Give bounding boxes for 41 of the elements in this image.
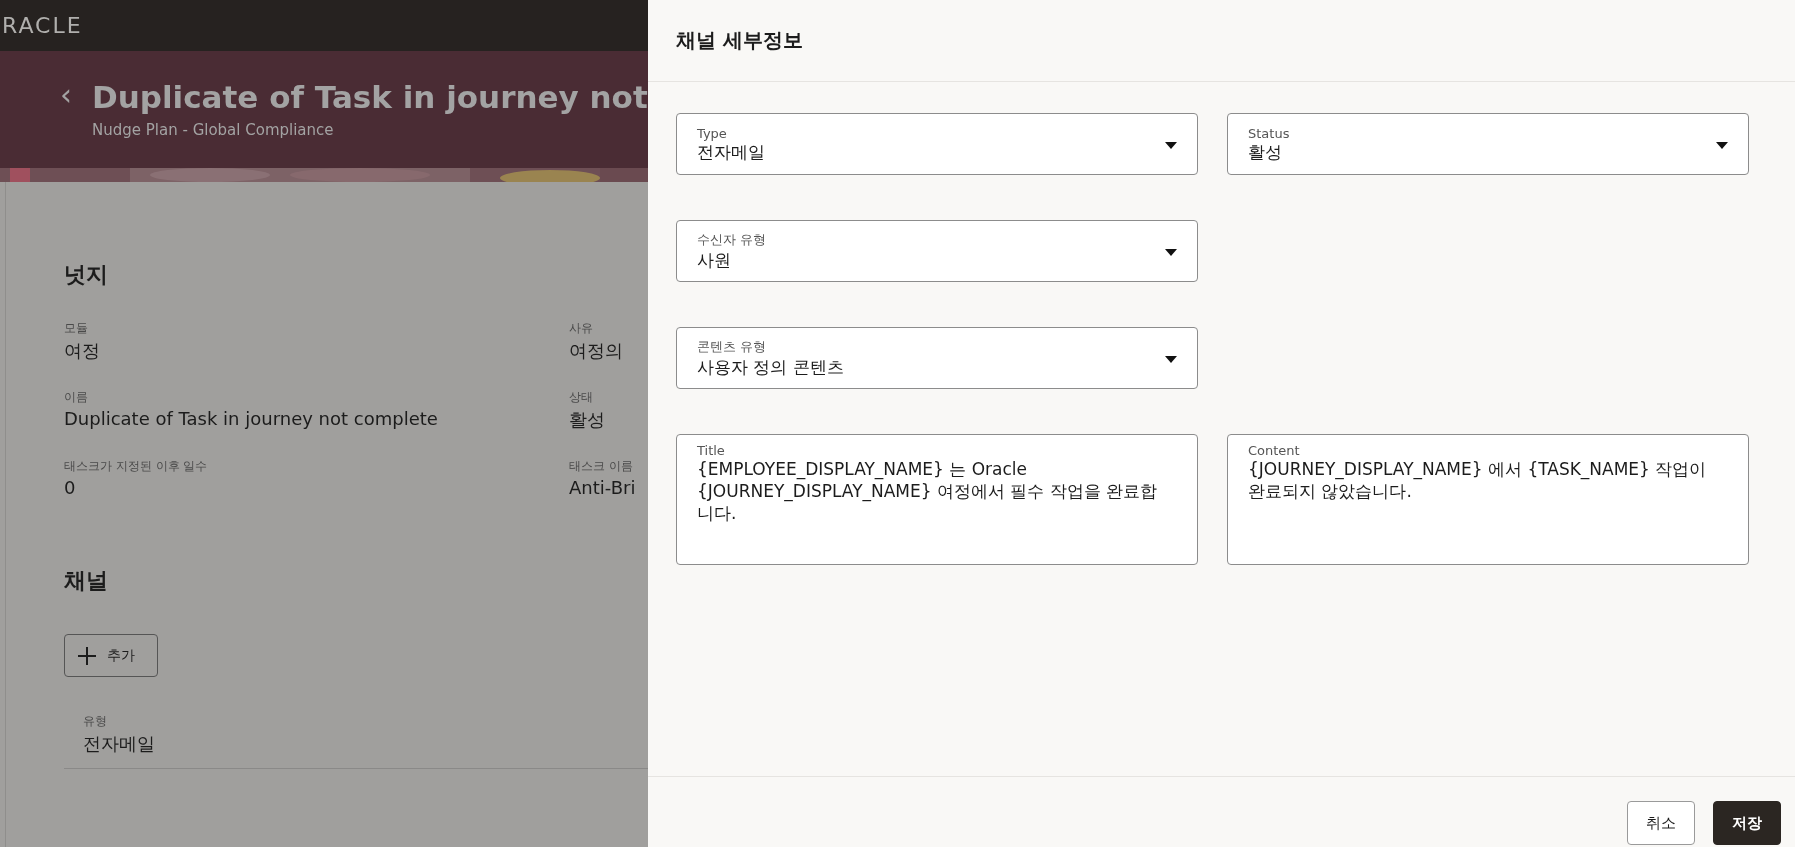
- caret-icon: [1165, 248, 1177, 256]
- select-field[interactable]: Type 전자메일: [676, 113, 1198, 175]
- field-label: 태스크가 지정된 이후 일수: [64, 458, 209, 475]
- field-value: 여정의: [569, 339, 624, 363]
- field-value: Duplicate of Task in journey not complete: [64, 408, 439, 429]
- field-value: 전자메일: [83, 732, 156, 756]
- field-value: 활성: [569, 408, 606, 432]
- text-area-field[interactable]: Content {JOURNEY_DISPLAY_NAME} 에서 {TASK_NAME} 작업이 완료되지 않았습니다.: [1227, 434, 1749, 565]
- text-area-field[interactable]: Title {EMPLOYEE_DISPLAY_NAME} 는 Oracle {JOURNEY_DISPLAY_NAME} 여정에서 필수 작업을 완료합니다.: [676, 434, 1198, 565]
- field-label: 수신자 유형: [697, 231, 767, 249]
- save-button[interactable]: 저장: [1713, 801, 1781, 845]
- field-label: 상태: [569, 389, 594, 406]
- page-title: Duplicate of Task in journey not: [92, 78, 648, 117]
- field-label: 유형: [83, 713, 108, 730]
- select-field[interactable]: Status 활성: [1227, 113, 1749, 175]
- cancel-button[interactable]: 취소: [1627, 801, 1695, 845]
- field-value: 0: [64, 477, 77, 498]
- field-label: Title: [697, 443, 725, 458]
- field-label: 모듈: [64, 320, 89, 337]
- field-label: 이름: [64, 389, 89, 406]
- drawer-title: 채널 세부정보: [676, 27, 803, 54]
- page-subtitle: Nudge Plan - Global Compliance: [92, 121, 335, 139]
- field-label: 태스크 이름: [569, 458, 634, 475]
- field-label: Content: [1248, 443, 1300, 458]
- caret-icon: [1165, 141, 1177, 149]
- section-heading: 넛지: [64, 261, 109, 289]
- section-heading: 채널: [64, 568, 108, 593]
- field-label: 사유: [569, 320, 594, 337]
- logo: RACLE: [2, 13, 83, 38]
- back-button[interactable]: ‹: [60, 77, 72, 113]
- field-label: Status: [1248, 125, 1290, 141]
- select-field[interactable]: 콘텐츠 유형 사용자 정의 콘텐츠: [676, 327, 1198, 389]
- plus-icon: [77, 645, 97, 666]
- select-field[interactable]: 수신자 유형 사원: [676, 220, 1198, 282]
- caret-icon: [1165, 355, 1177, 363]
- field-label: 콘텐츠 유형: [697, 338, 767, 356]
- add-button[interactable]: 추가: [64, 634, 158, 677]
- caret-icon: [1716, 141, 1728, 149]
- field-label: Type: [697, 125, 727, 141]
- field-value: 여정: [64, 339, 101, 363]
- field-value: Anti-Bri: [569, 477, 637, 498]
